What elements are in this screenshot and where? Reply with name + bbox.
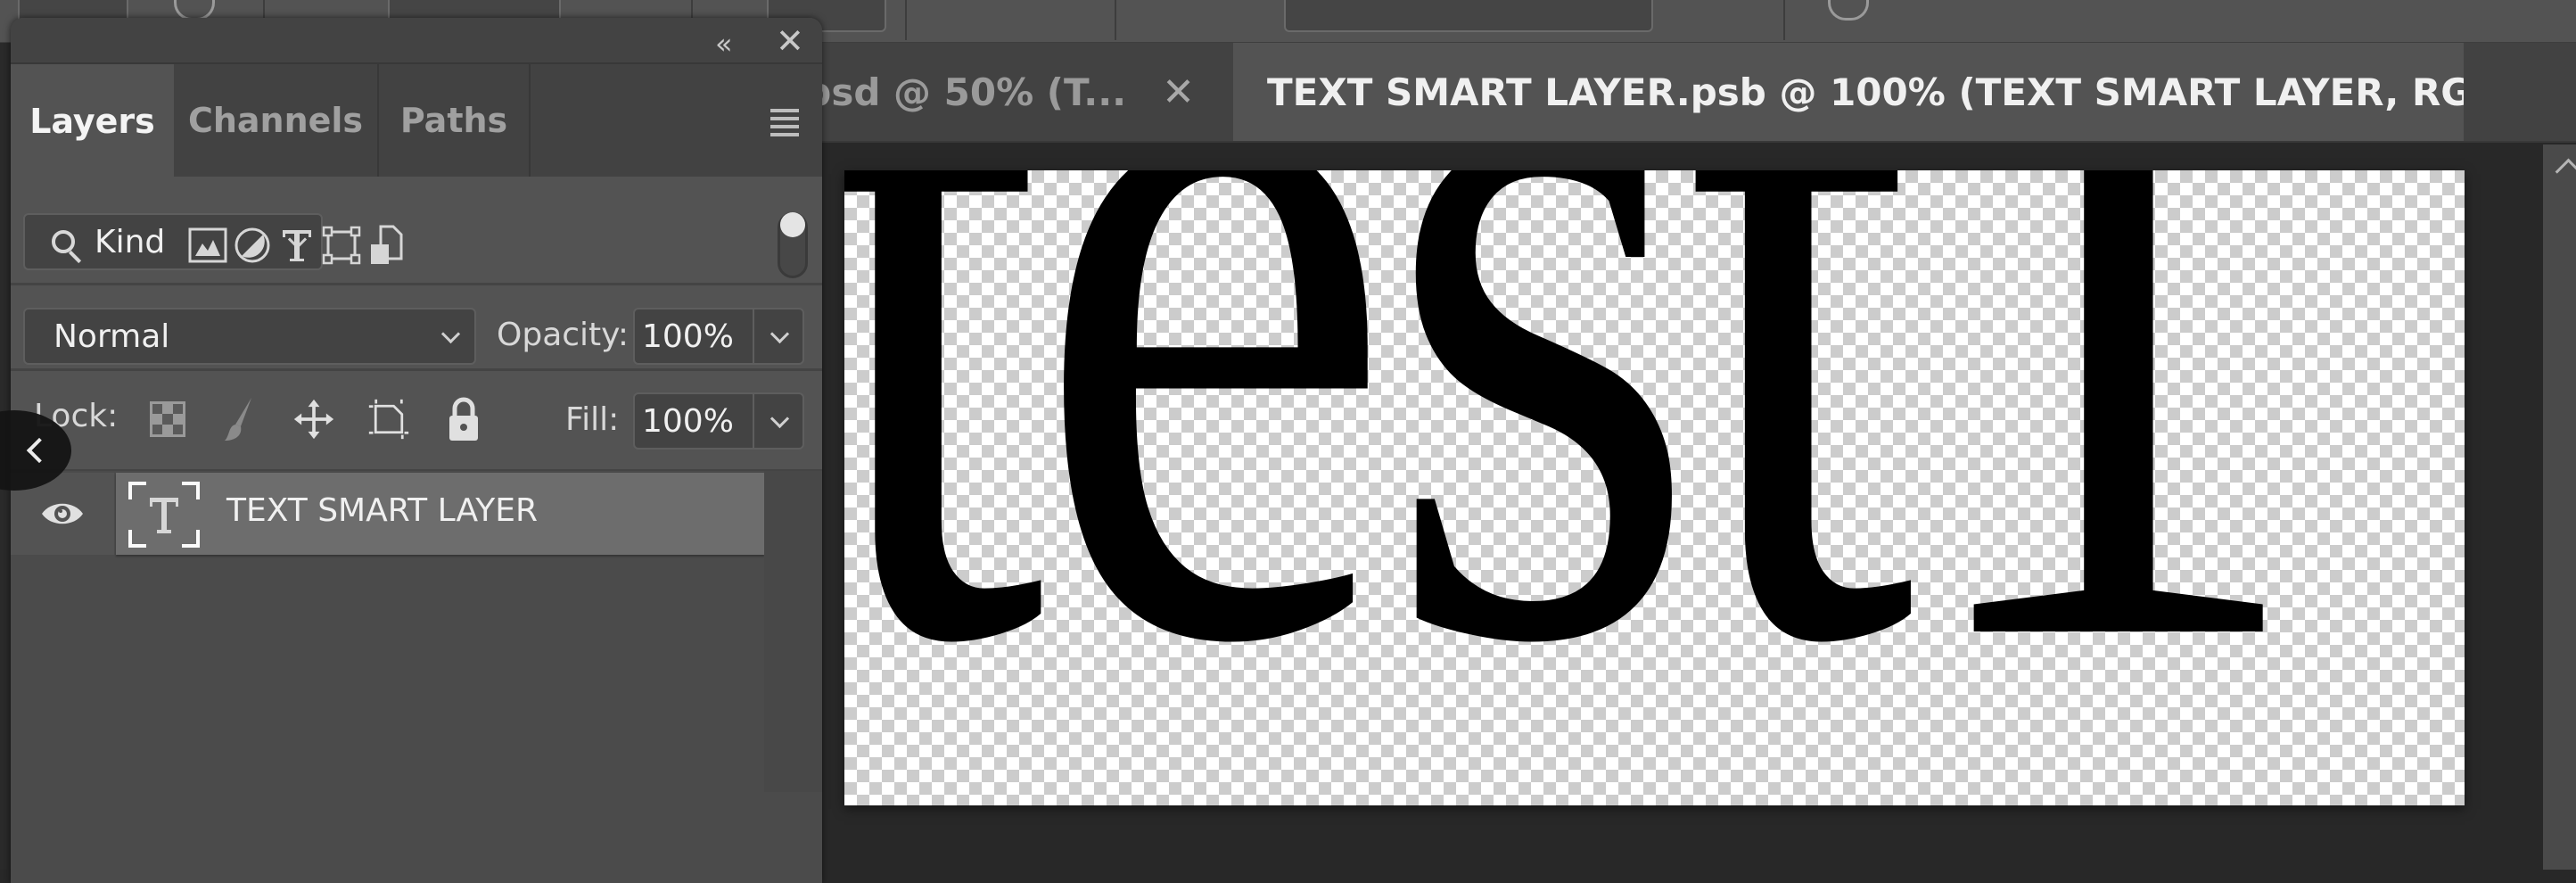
chevron-down-icon (440, 324, 461, 344)
panel-tabs: Layers Channels Paths (11, 64, 822, 178)
eye-icon (42, 503, 83, 524)
canvas-text-layer: test1 (844, 170, 2312, 805)
chevron-down-icon[interactable] (770, 324, 790, 344)
separator (1783, 0, 1785, 40)
shape-layer-filter-icon[interactable] (321, 225, 362, 266)
smart-text-layer-thumbnail-icon (128, 482, 200, 548)
double-chevron-left-icon[interactable]: ‹‹ (715, 27, 732, 61)
fill-field[interactable]: 100% (633, 392, 804, 450)
opacity-field[interactable]: 100% (633, 308, 804, 365)
opacity-value[interactable]: 100% (635, 309, 754, 363)
layer-item-selected[interactable]: TEXT SMART LAYER (116, 473, 764, 555)
document-tab-label: R.psd @ 50% (T... (802, 70, 1127, 114)
tab-label: Channels (187, 101, 364, 140)
divider (11, 368, 822, 371)
opacity-label: Opacity: (497, 317, 629, 353)
document-tab-active[interactable]: TEXT SMART LAYER.psb @ 100% (TEXT SMART … (1233, 43, 2464, 141)
search-icon (52, 230, 75, 253)
fill-value[interactable]: 100% (635, 394, 754, 448)
layer-row[interactable]: TEXT SMART LAYER (11, 473, 764, 555)
filter-kind-label: Kind (95, 223, 166, 260)
settings-icon[interactable] (1828, 0, 1869, 21)
smart-object-filter-icon[interactable] (366, 225, 407, 266)
layers-panel: ‹‹ ✕ Layers Channels Paths Kind Normal O… (11, 18, 822, 883)
divider (11, 283, 822, 285)
tab-label: Layers (29, 102, 155, 141)
layers-scroll-track[interactable] (764, 471, 822, 792)
close-icon[interactable]: ✕ (1162, 70, 1195, 115)
lock-artboard-icon[interactable] (367, 396, 410, 442)
tab-layers[interactable]: Layers (11, 64, 174, 178)
tab-paths[interactable]: Paths (379, 64, 531, 177)
document-tab-label: TEXT SMART LAYER.psb @ 100% (TEXT SMART … (1267, 70, 2464, 114)
hamburger-menu-icon[interactable] (770, 109, 799, 141)
lock-image-pixels-icon[interactable] (218, 396, 260, 442)
layer-name[interactable]: TEXT SMART LAYER (226, 492, 538, 529)
type-layer-filter-icon[interactable] (276, 225, 317, 266)
layers-list: TEXT SMART LAYER (11, 471, 822, 792)
tab-channels[interactable]: Channels (174, 64, 379, 177)
filter-toggle[interactable] (778, 212, 808, 278)
close-icon[interactable]: ✕ (776, 21, 804, 61)
lock-position-icon[interactable] (292, 396, 335, 442)
separator (1115, 0, 1116, 40)
chevron-down-icon[interactable] (770, 408, 790, 429)
lock-transparent-pixels-icon[interactable] (146, 396, 189, 442)
chevron-up-icon[interactable] (2555, 158, 2576, 186)
blend-mode-value: Normal (53, 318, 170, 355)
separator (905, 0, 907, 40)
right-panel-dock (2543, 144, 2576, 870)
adjustment-layer-filter-icon[interactable] (232, 225, 273, 266)
fill-label: Fill: (565, 401, 620, 438)
options-field[interactable] (1284, 0, 1653, 32)
document-canvas[interactable]: test1 (844, 170, 2465, 805)
blend-mode-select[interactable]: Normal (23, 308, 476, 365)
panel-header[interactable]: ‹‹ ✕ (11, 18, 822, 64)
document-tab[interactable]: R.psd @ 50% (T... ✕ (802, 43, 1230, 141)
pixel-layer-filter-icon[interactable] (187, 225, 228, 266)
lock-all-icon[interactable] (442, 396, 485, 442)
chevron-left-icon (26, 437, 53, 464)
tab-label: Paths (399, 101, 508, 140)
